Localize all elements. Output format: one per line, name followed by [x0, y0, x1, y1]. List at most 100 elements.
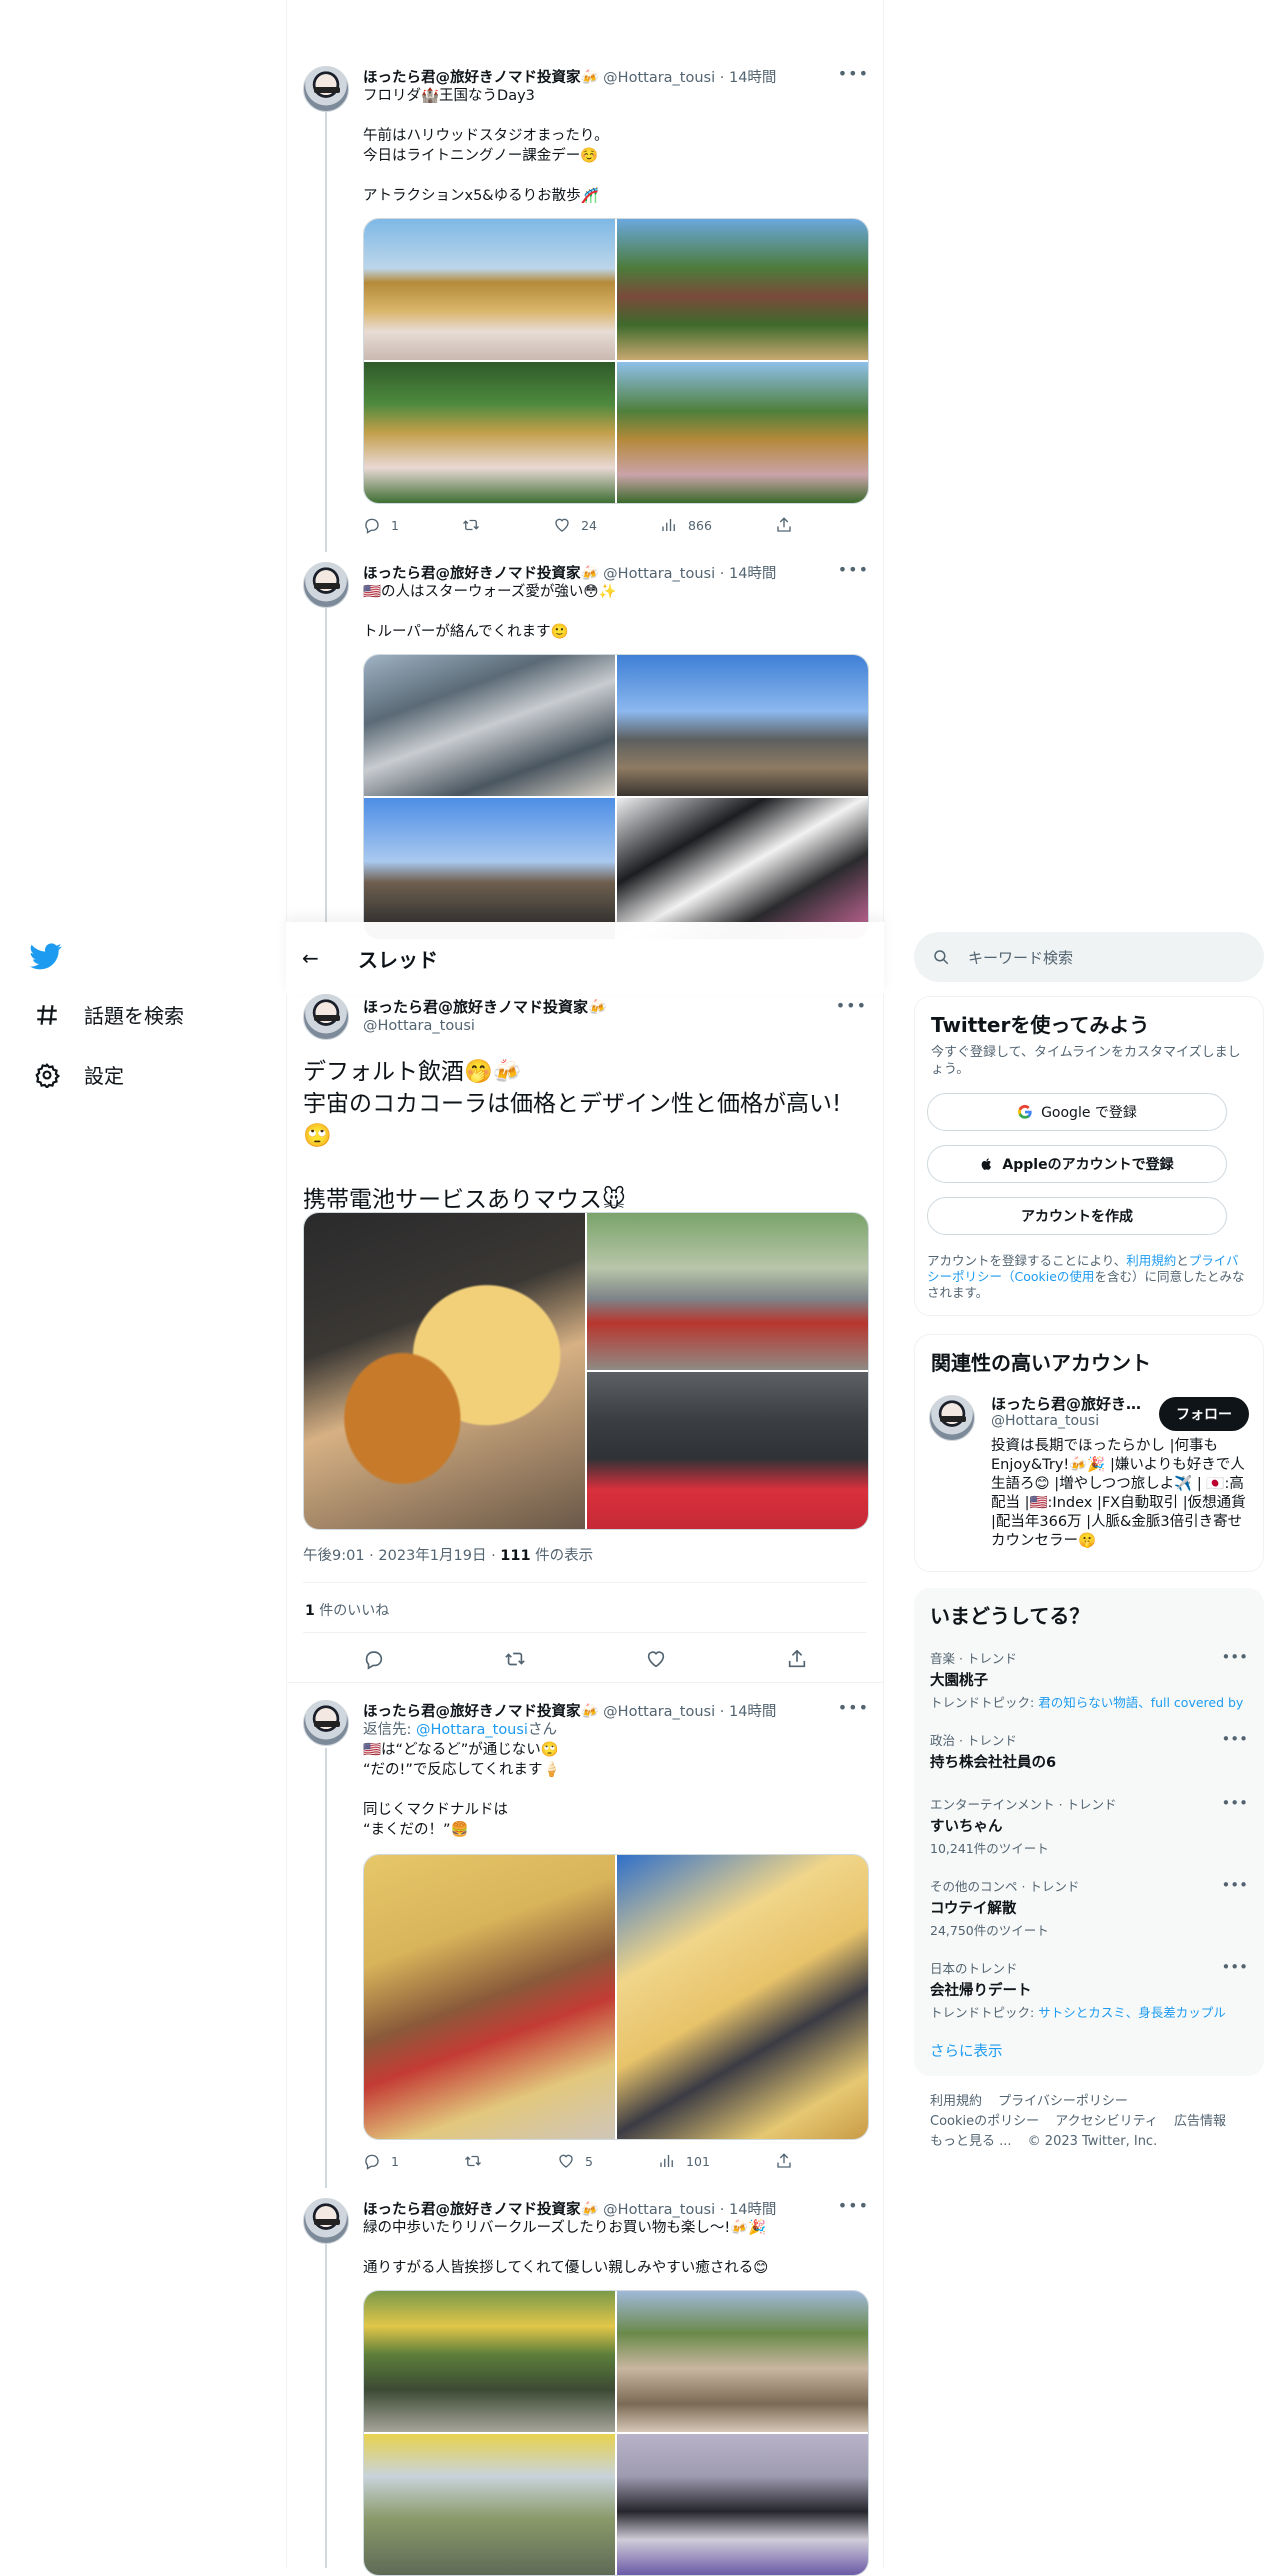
photo-fries-chicken[interactable]	[304, 1213, 585, 1529]
share-icon[interactable]	[786, 1648, 808, 1670]
likes-summary[interactable]: 1 件のいいね	[305, 1600, 389, 1620]
tweet-handle[interactable]: @Hottara_tousi	[603, 566, 715, 582]
tweet-time[interactable]: 14時間	[729, 566, 776, 582]
trend-topic-link[interactable]: 君の知らない物語、full covered by	[1038, 1695, 1243, 1710]
more-options-icon[interactable]: •••	[1221, 1730, 1248, 1748]
more-options-icon[interactable]: •••	[1221, 1876, 1248, 1894]
tweet-author-name[interactable]: ほったら君@旅好きノマド投資家🍻	[363, 70, 599, 86]
footer-link[interactable]: 広告情報	[1174, 2114, 1226, 2129]
photo-golden-statue[interactable]	[364, 219, 615, 360]
tweet-media-grid[interactable]	[363, 654, 869, 940]
tweet[interactable]: ほったら君@旅好きノマド投資家🍻 @Hottara_tousi · 14時間 •…	[287, 2194, 885, 2576]
more-options-icon[interactable]: •••	[1221, 1794, 1248, 1812]
focus-timestamp[interactable]: 午後9:01 · 2023年1月19日 ·	[303, 1548, 500, 1564]
apple-signup-button[interactable]: Appleのアカウントで登録	[927, 1145, 1227, 1183]
like-button[interactable]: 5	[557, 2152, 593, 2170]
trend-topic-link[interactable]: サトシとカスミ、身長差カップル	[1038, 2005, 1226, 2020]
footer-link[interactable]: アクセシビリティ	[1055, 2114, 1158, 2129]
trend-item[interactable]: エンターテインメント · トレンド すいちゃん 10,241件のツイート •••	[930, 1794, 1248, 1857]
show-more-link[interactable]: さらに表示	[930, 2040, 1003, 2061]
avatar[interactable]	[303, 2198, 349, 2244]
photo-spires[interactable]	[364, 798, 615, 939]
like-button[interactable]: 24	[553, 516, 597, 534]
nav-item-explore[interactable]: 話題を検索	[34, 1000, 184, 1029]
tweet-handle[interactable]: @Hottara_tousi	[603, 70, 715, 86]
footer-link[interactable]: 利用規約	[930, 2094, 982, 2109]
trend-item[interactable]: 音楽 · トレンド 大園桃子 トレンドトピック: 君の知らない物語、full c…	[930, 1648, 1248, 1711]
avatar[interactable]	[303, 1700, 349, 1746]
retweet-icon[interactable]	[504, 1648, 526, 1670]
more-options-icon[interactable]: •••	[1221, 1648, 1248, 1666]
more-options-icon[interactable]: •••	[838, 2196, 869, 2215]
avatar[interactable]	[303, 66, 349, 112]
photo-statue-garden[interactable]	[364, 362, 615, 503]
tweet[interactable]: ほったら君@旅好きノマド投資家🍻 @Hottara_tousi · 14時間 •…	[287, 558, 885, 940]
photo-statue-crowd[interactable]	[617, 219, 868, 360]
footer-link[interactable]: もっと見る ...	[930, 2134, 1012, 2149]
twitter-logo-icon[interactable]	[30, 940, 66, 976]
focus-author-handle[interactable]: @Hottara_tousi	[363, 1018, 475, 1034]
google-signup-button[interactable]: Google で登録	[927, 1093, 1227, 1131]
reply-to-link[interactable]: @Hottara_tousi	[416, 1722, 528, 1738]
retweet-button[interactable]	[464, 2152, 492, 2170]
relevant-account-handle[interactable]: @Hottara_tousi	[991, 1413, 1099, 1429]
footer-link[interactable]: プライバシーポリシー	[998, 2094, 1128, 2109]
photo-stormtroopers[interactable]	[617, 798, 868, 939]
tweet[interactable]: ほったら君@旅好きノマド投資家🍻 @Hottara_tousi · 14時間 •…	[287, 62, 885, 552]
photo-battery-kiosk[interactable]	[587, 1372, 868, 1529]
photo-trooper-crowd[interactable]	[364, 655, 615, 796]
tweet-media-grid[interactable]	[363, 2290, 869, 2576]
relevant-account-name[interactable]: ほったら君@旅好きノマド投資家🍻	[991, 1393, 1151, 1414]
focus-author-name[interactable]: ほったら君@旅好きノマド投資家🍻	[363, 996, 607, 1017]
follow-button[interactable]: フォロー	[1159, 1397, 1249, 1431]
more-options-icon[interactable]: •••	[836, 996, 867, 1015]
create-account-button[interactable]: アカウントを作成	[927, 1197, 1227, 1235]
back-arrow-icon[interactable]: ←	[302, 946, 319, 970]
more-options-icon[interactable]: •••	[1221, 1958, 1248, 1976]
tweet-author-name[interactable]: ほったら君@旅好きノマド投資家🍻	[363, 566, 599, 582]
tweet-time[interactable]: 14時間	[729, 70, 776, 86]
focus-media-grid[interactable]	[303, 1212, 869, 1530]
tweet-handle[interactable]: @Hottara_tousi	[603, 1704, 715, 1720]
photo-coke-bottles[interactable]	[587, 1213, 868, 1370]
terms-link[interactable]: 利用規約	[1126, 1253, 1176, 1268]
photo-droid-statue[interactable]	[617, 362, 868, 503]
tweet-time[interactable]: 14時間	[729, 2202, 776, 2218]
reply-icon[interactable]	[363, 1648, 385, 1670]
tweet-media-grid[interactable]	[363, 218, 869, 504]
trend-item[interactable]: その他のコンペ · トレンド コウテイ解散 24,750件のツイート •••	[930, 1876, 1248, 1939]
reply-button[interactable]: 1	[363, 516, 399, 534]
more-options-icon[interactable]: •••	[838, 560, 869, 579]
tweet-media-grid[interactable]	[363, 1854, 869, 2140]
photo-bike-rack[interactable]	[364, 2291, 615, 2432]
more-options-icon[interactable]: •••	[838, 1698, 869, 1717]
views-button[interactable]: 866	[660, 516, 712, 534]
search-box[interactable]: キーワード検索	[914, 932, 1264, 982]
photo-donald-balcony[interactable]	[617, 1855, 868, 2139]
tweet-author-name[interactable]: ほったら君@旅好きノマド投資家🍻	[363, 1704, 599, 1720]
photo-building-crowd[interactable]	[364, 1855, 615, 2139]
tweet-author-name[interactable]: ほったら君@旅好きノマド投資家🍻	[363, 2202, 599, 2218]
avatar[interactable]	[303, 994, 349, 1040]
share-button[interactable]	[775, 516, 793, 534]
views-button[interactable]: 101	[658, 2152, 710, 2170]
retweet-button[interactable]	[462, 516, 490, 534]
more-options-icon[interactable]: •••	[838, 64, 869, 83]
tweet-handle[interactable]: @Hottara_tousi	[603, 2202, 715, 2218]
photo-path-sign[interactable]	[617, 2291, 868, 2432]
search-input[interactable]: キーワード検索	[968, 947, 1073, 968]
tweet[interactable]: ほったら君@旅好きノマド投資家🍻 @Hottara_tousi · 14時間 •…	[287, 1696, 885, 2186]
tweet-time[interactable]: 14時間	[729, 1704, 776, 1720]
footer-link[interactable]: Cookieのポリシー	[930, 2114, 1039, 2129]
reply-button[interactable]: 1	[363, 2152, 399, 2170]
heart-icon[interactable]	[645, 1648, 667, 1670]
nav-item-settings[interactable]: 設定	[34, 1060, 124, 1089]
avatar[interactable]	[303, 562, 349, 608]
avatar[interactable]	[929, 1395, 975, 1441]
photo-galaxys-edge[interactable]	[617, 655, 868, 796]
photo-mickey-minnie[interactable]	[617, 2434, 868, 2575]
trend-item[interactable]: 政治 · トレンド 持ち株会社社員の6 •••	[930, 1730, 1248, 1772]
share-button[interactable]	[775, 2152, 793, 2170]
photo-river-boats[interactable]	[364, 2434, 615, 2575]
trend-item[interactable]: 日本のトレンド 会社帰りデート トレンドトピック: サトシとカスミ、身長差カップ…	[930, 1958, 1248, 2021]
